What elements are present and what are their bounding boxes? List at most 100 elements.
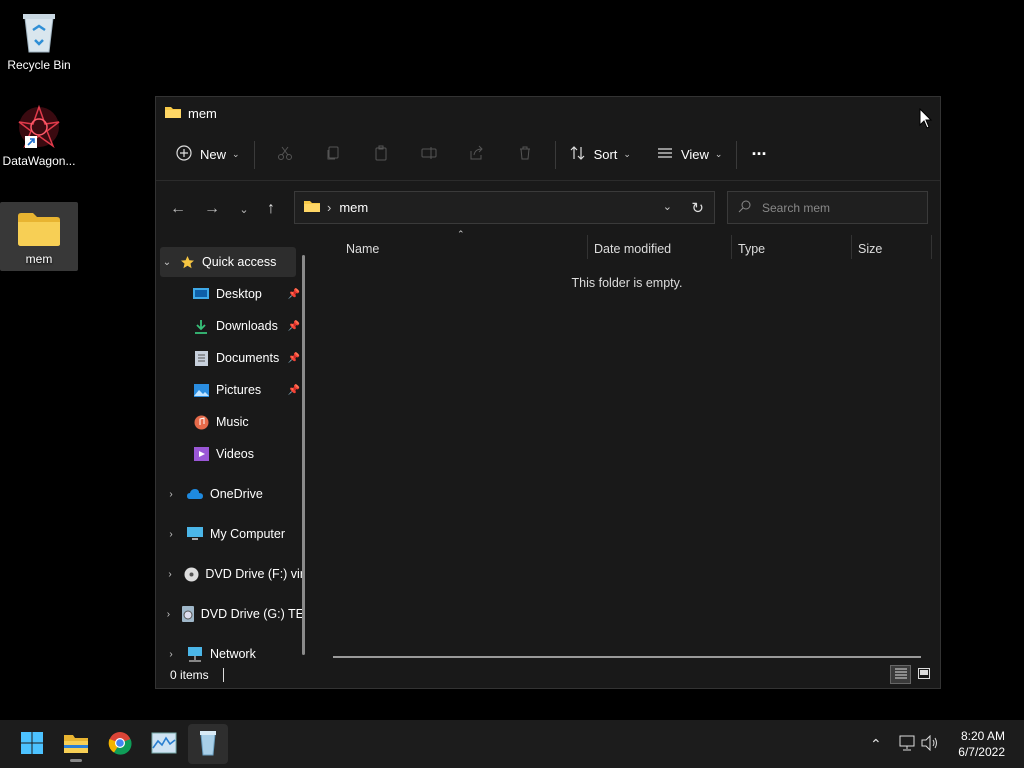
chevron-down-icon: ⌄ [239,203,249,216]
search-icon [738,199,752,216]
chevron-right-icon[interactable]: › [164,489,178,500]
search-input[interactable]: Search mem [762,201,830,215]
sidebar-item-downloads[interactable]: Downloads 📌 [156,311,304,341]
clock-time: 8:20 AM [960,729,1005,743]
cut-button[interactable] [261,139,309,171]
chevron-down-icon: ⌄ [623,149,631,159]
desktop-icon [192,286,210,302]
column-header-size[interactable]: Size [858,239,882,259]
delete-button[interactable] [501,139,549,171]
sidebar-item-my-computer[interactable]: › My Computer [156,519,304,549]
desktop-icon-recycle-bin[interactable]: Recycle Bin [0,8,78,78]
tiles-view-button[interactable] [913,665,934,684]
sidebar-item-dvd-f[interactable]: › DVD Drive (F:) vir [156,559,304,589]
sidebar-scrollbar[interactable] [302,255,305,655]
breadcrumb-separator: › [327,200,332,215]
status-divider [222,668,224,682]
column-header-name[interactable]: Name [346,239,379,259]
column-divider[interactable] [731,235,732,259]
taskbar-task-manager[interactable] [144,724,184,764]
taskbar-chrome[interactable] [100,724,140,764]
chevron-right-icon[interactable]: › [164,529,178,540]
pin-icon: 📌 [287,352,300,364]
paste-button[interactable] [357,139,405,171]
paste-icon [373,145,389,164]
datawagon-shortcut-icon [0,104,78,150]
column-divider[interactable] [587,235,588,259]
folder-icon [0,202,78,248]
cut-icon [277,145,293,164]
taskbar-app[interactable] [188,724,228,764]
sort-button-label: Sort [593,147,618,162]
copy-icon [325,145,341,164]
address-bar[interactable]: › mem ⌄ ↻ [294,191,715,224]
sidebar-item-onedrive[interactable]: › OneDrive [156,479,304,509]
desktop-icon-label: DataWagon... [2,154,76,168]
details-view-icon [894,668,907,682]
column-header-type[interactable]: Type [738,239,765,259]
address-dropdown-icon[interactable]: ⌄ [663,200,672,213]
sidebar-item-label: Downloads [216,319,278,333]
layout-toggle [890,665,934,684]
start-button[interactable] [12,724,52,764]
sidebar-item-music[interactable]: Music [156,407,304,437]
copy-button[interactable] [309,139,357,171]
forward-button[interactable]: → [198,195,226,223]
chevron-right-icon[interactable]: › [164,569,176,580]
search-box[interactable]: Search mem [727,191,928,224]
network-tray-icon [898,735,916,754]
sort-button[interactable]: Sort ⌄ [562,139,639,171]
sidebar-item-dvd-g[interactable]: › DVD Drive (G:) TE [156,599,304,629]
column-divider[interactable] [851,235,852,259]
sidebar-item-desktop[interactable]: Desktop 📌 [156,279,304,309]
more-options-button[interactable]: ··· [743,139,774,171]
back-button[interactable]: ← [164,195,192,223]
desktop-icon-datawagon[interactable]: DataWagon... [0,104,78,174]
chevron-down-icon[interactable]: ⌄ [160,257,174,268]
file-list[interactable]: ⌃ Name Date modified Type Size This fold… [314,229,940,658]
chevron-right-icon[interactable]: › [164,609,173,620]
sidebar-item-quick-access[interactable]: ⌄ Quick access [160,247,296,277]
refresh-icon[interactable]: ↻ [691,199,704,217]
sidebar-item-videos[interactable]: Videos [156,439,304,469]
taskbar-clock[interactable]: 8:20 AM 6/7/2022 [958,728,1005,760]
status-bar: 0 items [156,662,940,688]
dvd-drive-icon [181,606,195,622]
column-header-date-modified[interactable]: Date modified [594,239,671,259]
sidebar-item-label: Music [216,415,249,429]
view-button-label: View [680,147,709,162]
sidebar-item-label: DVD Drive (F:) vir [205,567,304,581]
command-bar: New ⌄ Sort ⌄ View ⌄ ··· [156,129,940,181]
up-button[interactable]: ↑ [257,195,285,223]
toolbar-divider [736,140,738,169]
breadcrumb-mem[interactable]: mem [339,200,368,215]
tiles-view-icon [917,667,930,682]
folder-icon [303,199,321,216]
chevron-right-icon[interactable]: › [164,649,178,660]
desktop-icon-mem-folder[interactable]: mem [0,202,78,271]
network-status-button[interactable] [898,720,916,768]
new-button[interactable]: New ⌄ [168,139,248,171]
plus-circle-icon [176,145,192,164]
recent-locations-button[interactable]: ⌄ [230,195,258,223]
sidebar-item-documents[interactable]: Documents 📌 [156,343,304,373]
volume-button[interactable] [921,720,939,768]
details-view-button[interactable] [890,665,911,684]
title-bar[interactable]: mem [156,97,940,129]
toolbar-divider [253,140,255,169]
file-explorer-window: mem New ⌄ Sort ⌄ View ⌄ ··· ← → ⌄ ↑ › me… [155,96,941,689]
sidebar-item-pictures[interactable]: Pictures 📌 [156,375,304,405]
sidebar-item-label: DVD Drive (G:) TE [200,607,304,621]
taskbar-file-explorer[interactable] [56,724,96,764]
arrow-up-icon: ↑ [267,200,275,217]
chevron-down-icon: ⌄ [232,149,240,159]
documents-icon [192,350,210,366]
share-button[interactable] [453,139,501,171]
pin-icon: 📌 [287,288,300,300]
column-divider[interactable] [931,235,932,259]
videos-icon [192,446,210,462]
horizontal-scrollbar[interactable] [333,656,921,658]
view-button[interactable]: View ⌄ [649,139,731,171]
show-hidden-icons-button[interactable]: ⌃ [870,720,882,768]
rename-button[interactable] [405,139,453,171]
